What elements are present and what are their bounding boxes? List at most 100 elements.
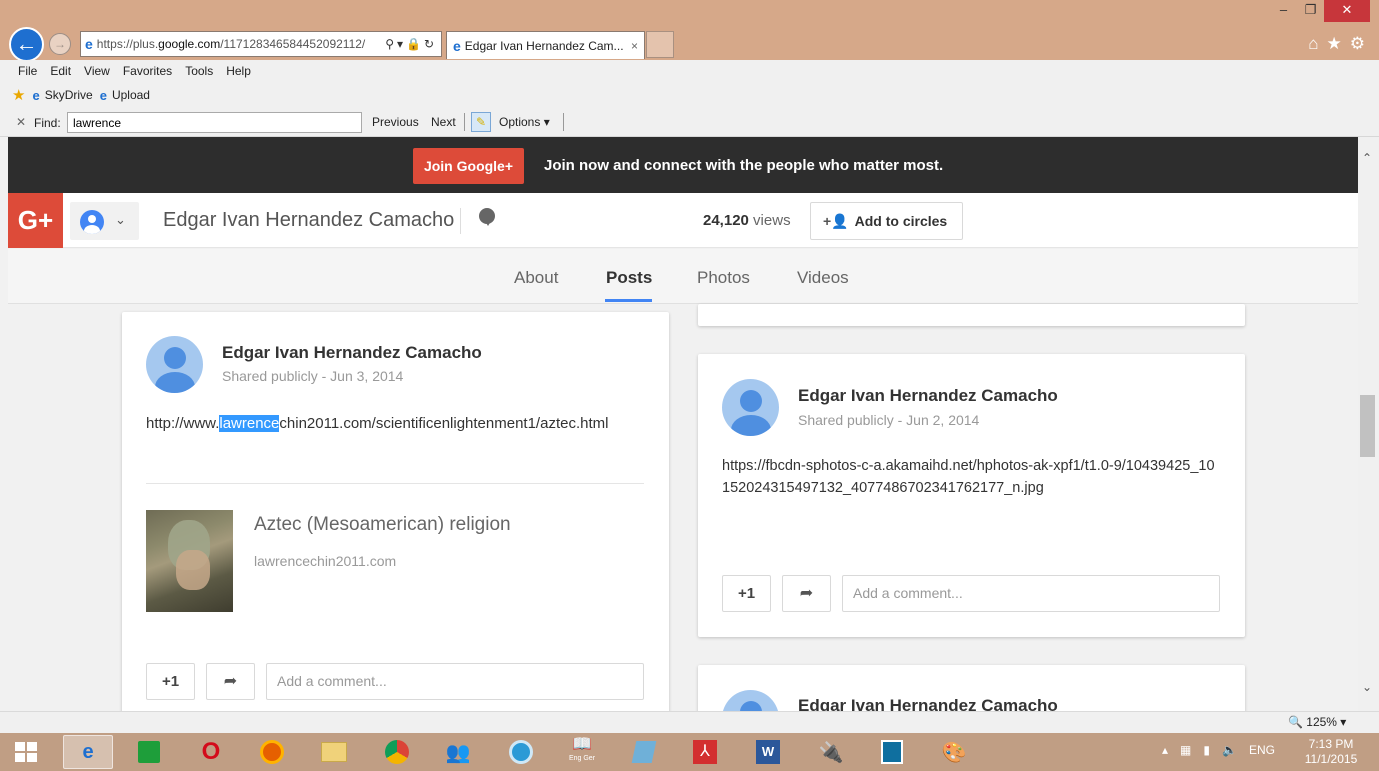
favorite-skydrive[interactable]: SkyDrive	[45, 88, 93, 102]
new-tab-button[interactable]	[646, 31, 674, 58]
menu-file[interactable]: File	[18, 64, 37, 78]
firefox-icon[interactable]	[247, 735, 297, 769]
join-google-plus-button[interactable]: Join Google+	[413, 148, 524, 184]
post-author[interactable]: Edgar Ivan Hernandez Camacho	[222, 343, 482, 363]
menu-help[interactable]: Help	[226, 64, 251, 78]
volume-icon[interactable]: 🔈	[1222, 743, 1237, 757]
divider	[146, 483, 644, 484]
plus-one-button[interactable]: +1	[146, 663, 195, 700]
store-icon[interactable]	[124, 735, 174, 769]
browser-tab-active[interactable]: e Edgar Ivan Hernandez Cam... ×	[446, 31, 645, 59]
tab-posts[interactable]: Posts	[606, 268, 652, 288]
menu-edit[interactable]: Edit	[50, 64, 71, 78]
acrobat-icon[interactable]: ⅄	[680, 735, 730, 769]
tab-videos[interactable]: Videos	[797, 268, 849, 288]
show-hidden-icons-icon[interactable]: ▴	[1162, 743, 1168, 757]
settings-gear-icon[interactable]: ⚙	[1350, 34, 1365, 54]
dictionary-icon[interactable]: 📖 Eng Ger	[557, 735, 607, 769]
address-tools-icons[interactable]: ⚲▾🔒↻	[381, 37, 441, 51]
address-bar[interactable]: e https://plus. google.com/11712834658445…	[80, 31, 442, 57]
menu-tools[interactable]: Tools	[185, 64, 213, 78]
url-domain: google.com	[158, 37, 221, 51]
zoom-level[interactable]: 🔍 125% ▾	[1288, 715, 1346, 729]
share-button[interactable]: ➦	[782, 575, 831, 612]
windows-start-icon[interactable]	[15, 742, 37, 762]
post-card-previous	[698, 304, 1245, 326]
post-meta[interactable]: Shared publicly - Jun 3, 2014	[222, 368, 403, 384]
close-find-icon[interactable]: ✕	[16, 115, 26, 129]
url-prefix: https://plus.	[96, 37, 159, 51]
find-next-button[interactable]: Next	[431, 115, 456, 129]
forward-button[interactable]: →	[49, 33, 71, 55]
page-scrollbar[interactable]: ⌃ ⌄	[1358, 137, 1379, 711]
author-avatar[interactable]	[722, 690, 779, 711]
find-label: Find:	[34, 116, 61, 130]
link-title[interactable]: Aztec (Mesoamerican) religion	[254, 514, 511, 536]
favorite-upload[interactable]: Upload	[112, 88, 150, 102]
clock[interactable]: 7:13 PM 11/1/2015	[1297, 737, 1365, 767]
book-icon: 📖	[572, 736, 592, 753]
plus-one-button[interactable]: +1	[722, 575, 771, 612]
speech-bubble-icon[interactable]	[479, 208, 495, 226]
file-explorer-icon[interactable]	[309, 735, 359, 769]
menu-view[interactable]: View	[84, 64, 110, 78]
tab-about[interactable]: About	[514, 268, 558, 288]
author-avatar[interactable]	[146, 336, 203, 393]
chrome-icon[interactable]	[372, 735, 422, 769]
active-tab-indicator	[605, 299, 652, 302]
add-to-circles-button[interactable]: +👤 Add to circles	[810, 202, 963, 240]
post-text[interactable]: https://fbcdn-sphotos-c-a.akamaihd.net/h…	[722, 455, 1222, 499]
tab-photos[interactable]: Photos	[697, 268, 750, 288]
media-center-icon[interactable]	[496, 735, 546, 769]
share-button[interactable]: ➦	[206, 663, 255, 700]
network-drive-icon[interactable]: 🔌	[806, 735, 856, 769]
paint-icon[interactable]: 🎨	[929, 735, 979, 769]
author-avatar[interactable]	[722, 379, 779, 436]
close-window-button[interactable]: ✕	[1324, 0, 1370, 22]
divider	[460, 208, 461, 234]
post-meta[interactable]: Shared publicly - Jun 2, 2014	[798, 412, 979, 428]
highlight-matches-icon[interactable]: ✎	[471, 112, 491, 132]
power-icon[interactable]: ▮	[1203, 743, 1210, 757]
add-to-circles-label: Add to circles	[854, 213, 948, 229]
people-icon[interactable]: 👥	[433, 735, 483, 769]
scroll-up-icon[interactable]: ⌃	[1362, 151, 1372, 165]
share-arrow-icon: ➦	[223, 673, 238, 690]
publisher-icon[interactable]	[867, 735, 917, 769]
opera-icon[interactable]: O	[186, 735, 236, 769]
add-favorite-star-icon[interactable]: ★	[12, 86, 25, 104]
comment-input[interactable]: Add a comment...	[266, 663, 644, 700]
restore-button[interactable]: ❐	[1297, 0, 1324, 22]
tab-close-icon[interactable]: ×	[631, 39, 638, 53]
views-number: 24,120	[703, 212, 749, 229]
account-switcher[interactable]: ⌄	[70, 202, 139, 240]
link-domain: lawrencechin2011.com	[254, 553, 397, 569]
network-icon[interactable]: ▦	[1180, 743, 1191, 757]
find-previous-button[interactable]: Previous	[372, 115, 419, 129]
scroll-down-icon[interactable]: ⌄	[1362, 680, 1372, 694]
find-options-button[interactable]: Options ▾	[499, 115, 550, 129]
internet-explorer-icon[interactable]: e	[63, 735, 113, 769]
google-plus-logo[interactable]: G+	[8, 193, 63, 248]
post-author[interactable]: Edgar Ivan Hernandez Camacho	[798, 386, 1058, 406]
link-thumbnail[interactable]	[146, 510, 233, 612]
window-controls: – ❐ ✕	[1270, 0, 1370, 22]
menu-favorites[interactable]: Favorites	[123, 64, 172, 78]
word-icon[interactable]: W	[743, 735, 793, 769]
url-path: /117128346584452092112/	[220, 37, 366, 51]
comment-input[interactable]: Add a comment...	[842, 575, 1220, 612]
back-button[interactable]: ←	[9, 27, 44, 62]
ie-fav-icon: e	[99, 87, 107, 103]
home-icon[interactable]: ⌂	[1308, 34, 1318, 54]
post-author[interactable]: Edgar Ivan Hernandez Camacho	[798, 696, 1058, 711]
favorites-star-icon[interactable]: ★	[1327, 34, 1342, 54]
ie-tab-icon: e	[453, 37, 461, 54]
scrollbar-thumb[interactable]	[1360, 395, 1375, 457]
minimize-button[interactable]: –	[1270, 0, 1297, 22]
find-input[interactable]	[67, 112, 362, 133]
language-indicator[interactable]: ENG	[1249, 743, 1275, 757]
post-card: Edgar Ivan Hernandez Camacho Shared publ…	[698, 354, 1245, 637]
divider	[464, 113, 465, 131]
notes-icon[interactable]	[619, 735, 669, 769]
post-text[interactable]: http://www.lawrencechin2011.com/scientif…	[146, 413, 646, 435]
